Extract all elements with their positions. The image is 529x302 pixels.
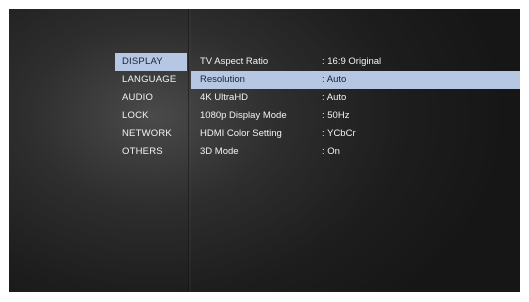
setting-label: 4K UltraHD bbox=[200, 92, 249, 103]
setting-label: HDMI Color Setting bbox=[200, 128, 282, 139]
menu-item-network[interactable]: NETWORK bbox=[115, 125, 187, 143]
menu-item-others[interactable]: OTHERS bbox=[115, 143, 187, 161]
setting-label: Resolution bbox=[200, 74, 245, 85]
setting-value: : YCbCr bbox=[322, 128, 356, 139]
menu-item-language[interactable]: LANGUAGE bbox=[115, 71, 187, 89]
sidebar: DISPLAY LANGUAGE AUDIO LOCK NETWORK OTHE… bbox=[9, 9, 189, 292]
category-menu: DISPLAY LANGUAGE AUDIO LOCK NETWORK OTHE… bbox=[115, 53, 187, 161]
setup-screen: DISPLAY LANGUAGE AUDIO LOCK NETWORK OTHE… bbox=[9, 9, 520, 292]
setting-row-4k-ultrahd[interactable]: 4K UltraHD : Auto bbox=[191, 89, 520, 107]
setting-value: : 16:9 Original bbox=[322, 56, 382, 67]
menu-item-lock[interactable]: LOCK bbox=[115, 107, 187, 125]
setting-label: 1080p Display Mode bbox=[200, 110, 287, 121]
setting-value: : On bbox=[322, 146, 340, 157]
menu-item-audio[interactable]: AUDIO bbox=[115, 89, 187, 107]
setting-label: TV Aspect Ratio bbox=[200, 56, 269, 67]
setting-label: 3D Mode bbox=[200, 146, 239, 157]
setting-row-3d-mode[interactable]: 3D Mode : On bbox=[191, 143, 520, 161]
setting-row-tv-aspect-ratio[interactable]: TV Aspect Ratio : 16:9 Original bbox=[191, 53, 520, 71]
setting-row-1080p-display-mode[interactable]: 1080p Display Mode : 50Hz bbox=[191, 107, 520, 125]
setting-value: : Auto bbox=[322, 92, 347, 103]
setting-value: : 50Hz bbox=[322, 110, 350, 121]
setting-row-hdmi-color-setting[interactable]: HDMI Color Setting : YCbCr bbox=[191, 125, 520, 143]
setting-row-resolution[interactable]: Resolution : Auto bbox=[191, 71, 520, 89]
setting-value: : Auto bbox=[322, 74, 347, 85]
settings-list: TV Aspect Ratio : 16:9 Original Resoluti… bbox=[191, 53, 520, 161]
menu-item-display[interactable]: DISPLAY bbox=[115, 53, 187, 71]
